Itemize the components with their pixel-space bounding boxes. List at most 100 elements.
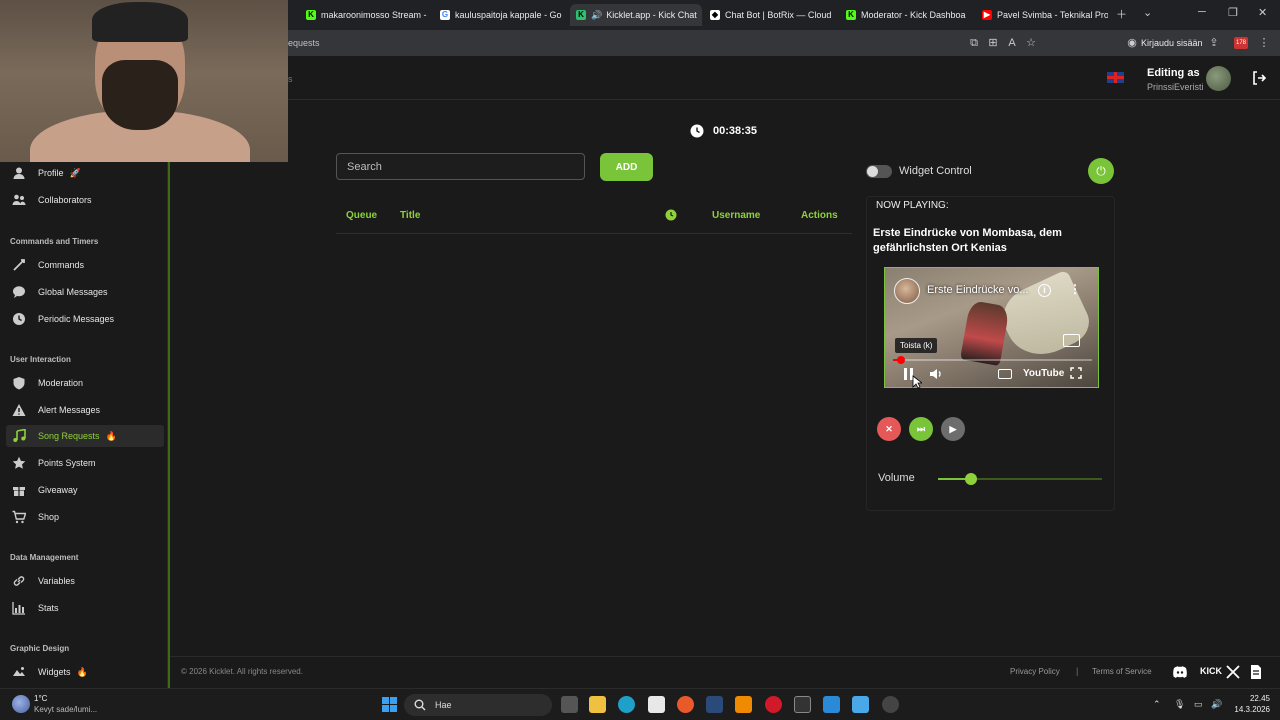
firefox-icon[interactable] (677, 696, 694, 713)
screen-cast-icon[interactable]: ⧉ (968, 37, 980, 49)
windows-start-icon[interactable] (381, 696, 398, 713)
youtube-logo[interactable]: YouTube (1023, 368, 1064, 379)
search-input[interactable] (336, 153, 585, 180)
sidebar-item-song-requests[interactable]: Song Requests 🔥 (6, 425, 164, 447)
volume-icon[interactable] (929, 367, 943, 381)
file-explorer-icon[interactable] (589, 696, 606, 713)
volume-handle[interactable] (964, 473, 977, 485)
sidebar-item-giveaway[interactable]: Giveaway (6, 479, 164, 501)
privacy-policy-link[interactable]: Privacy Policy (1010, 667, 1060, 676)
task-view-icon[interactable] (561, 696, 578, 713)
terms-of-service-link[interactable]: Terms of Service (1092, 667, 1152, 676)
channel-avatar[interactable] (894, 278, 920, 304)
maximize-icon[interactable]: ❐ (1228, 6, 1238, 19)
tab-close-icon[interactable]: ✕ (697, 10, 702, 21)
kick-link[interactable]: KICK (1200, 666, 1222, 676)
browser-menu-icon[interactable]: ⋮ (1258, 37, 1270, 49)
video-progress-bar[interactable] (893, 356, 1092, 364)
logout-icon[interactable] (1252, 71, 1266, 85)
browser-tab-2[interactable]: G kauluspaitoja kappale - Go ✕ (434, 4, 566, 26)
settings-icon[interactable] (882, 696, 899, 713)
url-text[interactable]: equests (288, 38, 320, 48)
taskbar-time[interactable]: 22.45 (1234, 694, 1270, 703)
taskbar-search[interactable]: Hae (404, 694, 552, 716)
footer: © 2026 Kicklet. All rights reserved. Pri… (170, 656, 1280, 688)
speaker-icon[interactable]: 🔊 (1211, 699, 1222, 710)
install-app-icon[interactable]: ⊞ (987, 37, 999, 49)
sidebar-item-commands[interactable]: Commands (6, 254, 164, 276)
sidebar-item-profile[interactable]: Profile 🚀 (6, 162, 164, 184)
signin-button[interactable]: Kirjaudu sisään (1141, 38, 1203, 48)
fullscreen-icon[interactable] (1070, 367, 1082, 379)
weather-temperature[interactable]: 1°C (34, 694, 47, 703)
progress-scrubber[interactable] (896, 356, 905, 364)
extension-badge[interactable]: 178 (1234, 37, 1248, 49)
sidebar-item-points-system[interactable]: Points System (6, 452, 164, 474)
avatar[interactable] (1206, 66, 1231, 91)
sidebar-item-global-messages[interactable]: Global Messages (6, 281, 164, 303)
translate-icon[interactable]: A (1006, 37, 1018, 49)
extensions-icon[interactable]: ⇪ (1208, 37, 1220, 49)
store-icon[interactable] (648, 696, 665, 713)
profile-icon[interactable]: ◉ (1126, 37, 1138, 49)
subtitles-icon[interactable] (998, 369, 1012, 379)
paint-icon[interactable] (823, 696, 840, 713)
column-queue[interactable]: Queue (346, 210, 377, 221)
sidebar-item-label: Giveaway (38, 485, 78, 495)
taskbar-search-label: Hae (435, 700, 452, 710)
bookmark-star-icon[interactable]: ☆ (1025, 37, 1037, 49)
widget-icon (13, 667, 25, 676)
sidebar-item-collaborators[interactable]: Collaborators (6, 189, 164, 211)
sidebar-item-alert-messages[interactable]: Alert Messages (6, 399, 164, 421)
sidebar-item-moderation[interactable]: Moderation (6, 372, 164, 394)
new-tab-icon[interactable]: ＋ (1116, 6, 1127, 22)
tray-overflow-icon[interactable]: ⌃ (1153, 699, 1161, 710)
add-button[interactable]: ADD (600, 153, 653, 181)
tab-close-icon[interactable]: ✕ (966, 10, 973, 21)
document-icon[interactable] (1248, 664, 1264, 680)
close-window-icon[interactable]: ✕ (1258, 6, 1267, 19)
x-twitter-icon[interactable] (1225, 664, 1241, 680)
vlc-icon[interactable] (735, 696, 752, 713)
uk-flag-icon[interactable] (1107, 72, 1124, 83)
sidebar-item-stats[interactable]: Stats (6, 597, 164, 619)
browser-tab-6[interactable]: ▶ Pavel Svimba - Teknikal Pro ✕ (976, 4, 1108, 26)
tab-close-icon[interactable]: ✕ (831, 10, 836, 21)
info-icon[interactable]: i (1038, 284, 1051, 297)
edge-icon[interactable] (618, 696, 635, 713)
tab-close-icon[interactable]: ✕ (427, 10, 432, 21)
remove-song-button[interactable]: ✕ (877, 417, 901, 441)
weather-icon[interactable] (12, 695, 30, 713)
power-button[interactable]: ⏻ (1088, 158, 1114, 184)
sidebar-item-widgets[interactable]: Widgets 🔥 (6, 661, 164, 683)
opera-icon[interactable] (765, 696, 782, 713)
column-username[interactable]: Username (712, 210, 760, 221)
youtube-player[interactable]: Erste Eindrücke vo... i ⋮ Toista (k) You… (884, 267, 1099, 388)
video-title[interactable]: Erste Eindrücke vo... (927, 284, 1029, 296)
widget-control-toggle[interactable] (866, 165, 892, 178)
sidebar-item-periodic-messages[interactable]: Periodic Messages (6, 308, 164, 330)
taskbar-date[interactable]: 14.3.2026 (1224, 705, 1270, 714)
discord-icon[interactable] (1172, 664, 1188, 680)
volume-slider[interactable] (938, 473, 1102, 485)
tab-search-icon[interactable]: ⌄ (1143, 6, 1152, 19)
browser-tab-3-active[interactable]: K 🔊 Kicklet.app - Kick Chat ✕ (570, 4, 702, 26)
terminal-icon[interactable] (794, 696, 811, 713)
photos-icon[interactable] (852, 696, 869, 713)
column-title[interactable]: Title (400, 210, 420, 221)
microphone-icon[interactable]: 🎙 (1174, 699, 1185, 710)
weather-description[interactable]: Kevyt sade/lumi... (34, 705, 97, 714)
network-icon[interactable]: ▭ (1194, 699, 1203, 710)
browser-tab-4[interactable]: ◆ Chat Bot | BotRix — Cloud ✕ (704, 4, 836, 26)
steam-icon[interactable] (706, 696, 723, 713)
minimize-icon[interactable]: ─ (1198, 6, 1206, 18)
skip-song-button[interactable]: ⏭ (909, 417, 933, 441)
sidebar-item-variables[interactable]: Variables (6, 570, 164, 592)
more-options-icon[interactable]: ⋮ (1069, 282, 1081, 296)
tab-close-icon[interactable]: ✕ (562, 10, 566, 21)
play-button[interactable]: ▶ (941, 417, 965, 441)
browser-tab-5[interactable]: K Moderator - Kick Dashboa ✕ (840, 4, 972, 26)
browser-tab-1[interactable]: K makaroonimosso Stream - ✕ (300, 4, 432, 26)
picture-in-picture-icon[interactable] (1063, 334, 1080, 347)
sidebar-item-shop[interactable]: Shop (6, 506, 164, 528)
